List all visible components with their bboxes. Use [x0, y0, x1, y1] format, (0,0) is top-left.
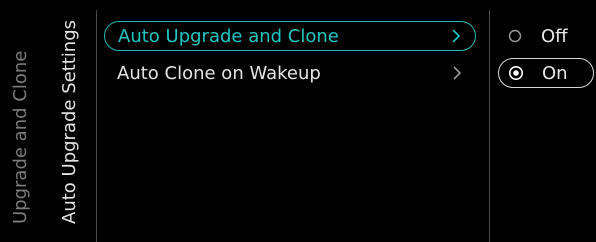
- menu-item-auto-upgrade-and-clone[interactable]: Auto Upgrade and Clone: [104, 21, 476, 51]
- option-off[interactable]: Off: [498, 21, 594, 51]
- column-divider: [489, 10, 490, 242]
- menu-item-label: Auto Clone on Wakeup: [117, 62, 321, 84]
- option-label: On: [542, 62, 568, 84]
- menu-item-auto-clone-on-wakeup[interactable]: Auto Clone on Wakeup: [104, 58, 476, 88]
- option-on[interactable]: On: [498, 58, 594, 88]
- breadcrumb-parent-column: Upgrade and Clone: [0, 0, 44, 242]
- radio-unselected-icon: [507, 28, 523, 44]
- breadcrumb-current-column: Auto Upgrade Settings: [44, 0, 96, 242]
- radio-selected-icon: [508, 65, 524, 81]
- option-label: Off: [541, 25, 568, 47]
- column-divider: [96, 10, 97, 242]
- menu-item-label: Auto Upgrade and Clone: [118, 25, 339, 47]
- chevron-right-icon: [449, 29, 463, 43]
- breadcrumb-current-label[interactable]: Auto Upgrade Settings: [59, 20, 80, 224]
- breadcrumb-parent-label[interactable]: Upgrade and Clone: [10, 51, 31, 224]
- settings-screen: Upgrade and Clone Auto Upgrade Settings …: [0, 0, 596, 242]
- chevron-right-icon: [450, 66, 464, 80]
